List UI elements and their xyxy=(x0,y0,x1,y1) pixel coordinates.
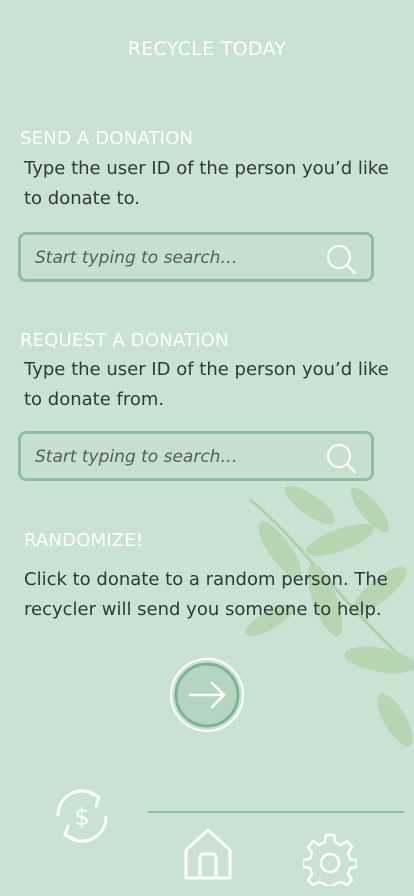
gear-icon[interactable] xyxy=(303,832,357,886)
randomize-heading: RANDOMIZE! xyxy=(24,530,144,551)
home-icon[interactable] xyxy=(182,826,234,882)
randomize-description: Click to donate to a random person. The … xyxy=(24,569,388,620)
nav-divider xyxy=(148,811,404,813)
send-search-input[interactable] xyxy=(33,244,317,272)
request-donation-description: Type the user ID of the person you’d lik… xyxy=(24,359,389,410)
send-donation-description: Type the user ID of the person you’d lik… xyxy=(24,158,389,209)
send-search-box[interactable] xyxy=(18,232,374,282)
svg-text:$: $ xyxy=(74,803,89,831)
search-icon[interactable] xyxy=(325,243,357,275)
page-title: RECYCLE TODAY xyxy=(127,38,287,60)
recycle-dollar-icon[interactable]: $ xyxy=(46,785,118,847)
request-search-box[interactable] xyxy=(18,431,374,481)
request-donation-heading: REQUEST A DONATION xyxy=(20,330,229,351)
search-icon[interactable] xyxy=(325,442,357,474)
randomize-go-button[interactable] xyxy=(168,656,246,734)
request-search-input[interactable] xyxy=(33,443,317,471)
send-donation-heading: SEND A DONATION xyxy=(20,128,194,149)
